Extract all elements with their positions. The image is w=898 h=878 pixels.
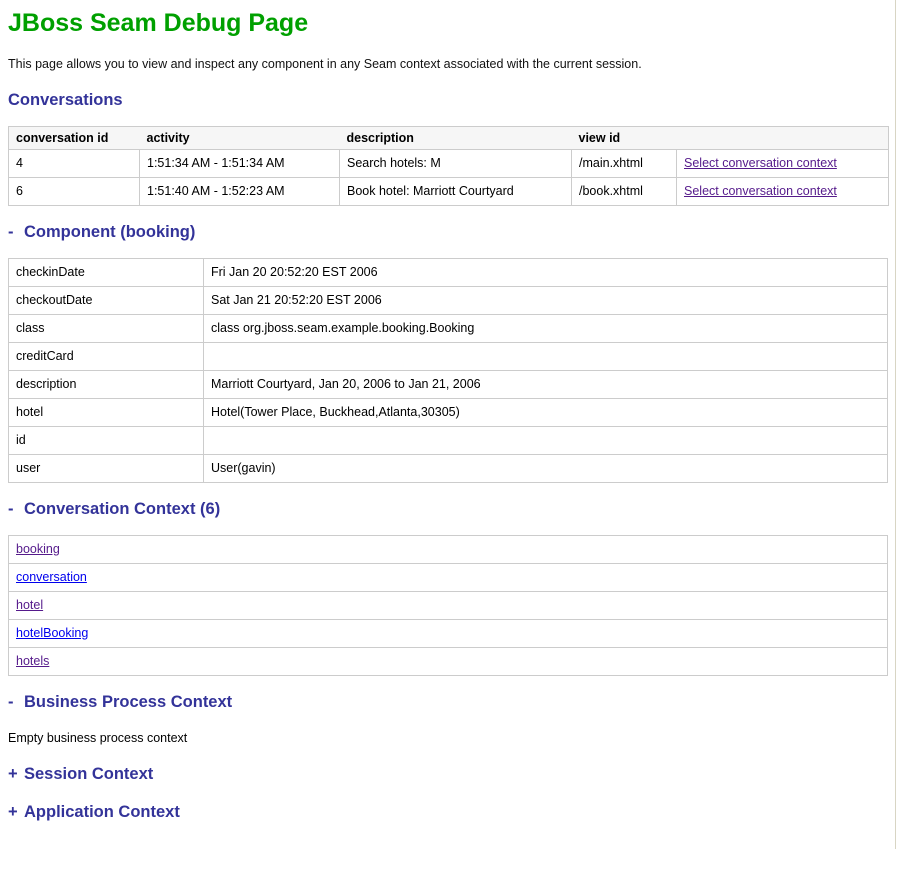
application-context-heading-label: Application Context [24, 803, 180, 821]
select-context-cell: Select conversation context [677, 150, 889, 178]
activity-cell: 1:51:40 AM - 1:52:23 AM [140, 178, 340, 206]
collapse-icon[interactable]: - [8, 223, 24, 242]
context-variable-cell: conversation [9, 564, 888, 592]
context-variable-link[interactable]: hotels [16, 654, 49, 668]
list-item: hotel [9, 592, 888, 620]
property-value-cell: Marriott Courtyard, Jan 20, 2006 to Jan … [204, 371, 888, 399]
select-conversation-context-link[interactable]: Select conversation context [684, 184, 837, 198]
property-value-cell: User(gavin) [204, 455, 888, 483]
list-item: hotels [9, 648, 888, 676]
component-booking-heading[interactable]: -Component (booking) [8, 223, 898, 242]
column-header-empty [677, 127, 889, 150]
context-variable-cell: hotels [9, 648, 888, 676]
collapse-icon[interactable]: - [8, 693, 24, 712]
property-value-cell [204, 427, 888, 455]
property-value-cell: Sat Jan 21 20:52:20 EST 2006 [204, 287, 888, 315]
table-row: description Marriott Courtyard, Jan 20, … [9, 371, 888, 399]
table-row: class class org.jboss.seam.example.booki… [9, 315, 888, 343]
column-header-conversation-id: conversation id [9, 127, 140, 150]
property-value-cell [204, 343, 888, 371]
context-variable-link[interactable]: conversation [16, 570, 87, 584]
property-name-cell: class [9, 315, 204, 343]
select-context-cell: Select conversation context [677, 178, 889, 206]
property-value-cell: class org.jboss.seam.example.booking.Boo… [204, 315, 888, 343]
business-process-context-heading[interactable]: -Business Process Context [8, 693, 898, 712]
column-header-description: description [340, 127, 572, 150]
conversation-context-heading-label: Conversation Context (6) [24, 500, 220, 518]
conversation-id-cell: 6 [9, 178, 140, 206]
list-item: booking [9, 536, 888, 564]
session-context-heading[interactable]: +Session Context [8, 765, 898, 784]
context-variable-cell: hotelBooking [9, 620, 888, 648]
expand-icon[interactable]: + [8, 803, 24, 822]
table-row: user User(gavin) [9, 455, 888, 483]
property-name-cell: id [9, 427, 204, 455]
component-properties-table: checkinDate Fri Jan 20 20:52:20 EST 2006… [8, 258, 888, 483]
table-row: 6 1:51:40 AM - 1:52:23 AM Book hotel: Ma… [9, 178, 889, 206]
select-conversation-context-link[interactable]: Select conversation context [684, 156, 837, 170]
property-name-cell: user [9, 455, 204, 483]
list-item: conversation [9, 564, 888, 592]
activity-cell: 1:51:34 AM - 1:51:34 AM [140, 150, 340, 178]
application-context-heading[interactable]: +Application Context [8, 803, 898, 822]
conversation-context-table: booking conversation hotel hotelBooking … [8, 535, 888, 676]
column-header-view-id: view id [572, 127, 677, 150]
property-name-cell: hotel [9, 399, 204, 427]
table-row: hotel Hotel(Tower Place, Buckhead,Atlant… [9, 399, 888, 427]
table-row: creditCard [9, 343, 888, 371]
conversations-heading: Conversations [8, 91, 898, 110]
property-name-cell: checkoutDate [9, 287, 204, 315]
business-process-context-heading-label: Business Process Context [24, 693, 232, 711]
column-header-activity: activity [140, 127, 340, 150]
conversation-context-heading[interactable]: -Conversation Context (6) [8, 500, 898, 519]
view-id-cell: /main.xhtml [572, 150, 677, 178]
collapse-icon[interactable]: - [8, 500, 24, 519]
page-title: JBoss Seam Debug Page [8, 9, 898, 38]
conversation-id-cell: 4 [9, 150, 140, 178]
expand-icon[interactable]: + [8, 765, 24, 784]
property-value-cell: Fri Jan 20 20:52:20 EST 2006 [204, 259, 888, 287]
intro-text: This page allows you to view and inspect… [8, 57, 898, 72]
description-cell: Book hotel: Marriott Courtyard [340, 178, 572, 206]
empty-business-process-message: Empty business process context [8, 731, 898, 746]
property-value-cell: Hotel(Tower Place, Buckhead,Atlanta,3030… [204, 399, 888, 427]
context-variable-cell: booking [9, 536, 888, 564]
context-variable-cell: hotel [9, 592, 888, 620]
table-row: id [9, 427, 888, 455]
table-row: checkoutDate Sat Jan 21 20:52:20 EST 200… [9, 287, 888, 315]
conversations-header-row: conversation id activity description vie… [9, 127, 889, 150]
property-name-cell: checkinDate [9, 259, 204, 287]
context-variable-link[interactable]: hotel [16, 598, 43, 612]
context-variable-link[interactable]: hotelBooking [16, 626, 88, 640]
table-row: checkinDate Fri Jan 20 20:52:20 EST 2006 [9, 259, 888, 287]
component-booking-heading-label: Component (booking) [24, 223, 195, 241]
session-context-heading-label: Session Context [24, 765, 153, 783]
conversations-table: conversation id activity description vie… [8, 126, 889, 206]
viewport-edge-line [895, 0, 896, 849]
description-cell: Search hotels: M [340, 150, 572, 178]
property-name-cell: creditCard [9, 343, 204, 371]
property-name-cell: description [9, 371, 204, 399]
list-item: hotelBooking [9, 620, 888, 648]
context-variable-link[interactable]: booking [16, 542, 60, 556]
view-id-cell: /book.xhtml [572, 178, 677, 206]
table-row: 4 1:51:34 AM - 1:51:34 AM Search hotels:… [9, 150, 889, 178]
